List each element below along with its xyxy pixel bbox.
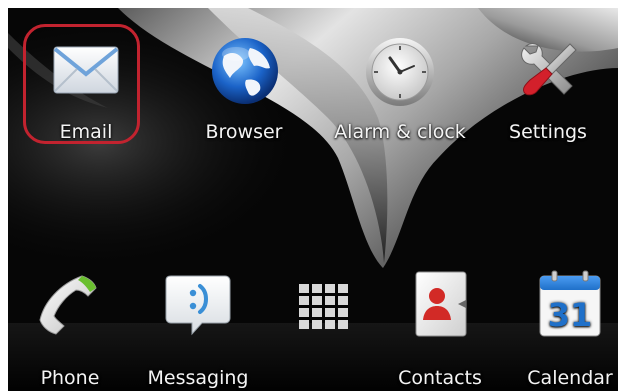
envelope-icon (53, 46, 119, 94)
app-label: Calendar (527, 367, 613, 389)
speech-bubble-icon (165, 275, 231, 336)
contact-card-icon (415, 271, 467, 337)
app-label: Phone (40, 367, 100, 389)
dock-contacts[interactable]: Contacts (370, 270, 510, 390)
app-label: Alarm & clock (334, 121, 466, 143)
app-label: Settings (509, 121, 587, 143)
wrench-screwdriver-icon (521, 43, 577, 96)
dock-calendar[interactable]: 31 Calendar (500, 270, 618, 390)
dock-messaging[interactable]: Messaging (128, 270, 268, 390)
app-browser[interactable]: Browser (174, 36, 314, 144)
dock-phone[interactable]: Phone (8, 270, 140, 390)
app-label: Messaging (147, 367, 249, 389)
app-grid-icon (299, 284, 348, 329)
app-alarm-clock[interactable]: Alarm & clock (330, 36, 470, 144)
app-email[interactable]: Email (16, 36, 156, 144)
phone-handset-icon (39, 275, 97, 335)
calendar-icon: 31 (539, 270, 601, 337)
home-screen: Email Browser Alarm & clock Settings Pho… (8, 8, 618, 391)
globe-icon (212, 38, 278, 104)
clock-icon (366, 38, 434, 106)
app-label: Browser (205, 121, 283, 143)
calendar-date: 31 (548, 296, 593, 334)
app-settings[interactable]: Settings (478, 36, 618, 144)
app-label: Email (59, 121, 113, 143)
app-label: Contacts (398, 367, 482, 389)
